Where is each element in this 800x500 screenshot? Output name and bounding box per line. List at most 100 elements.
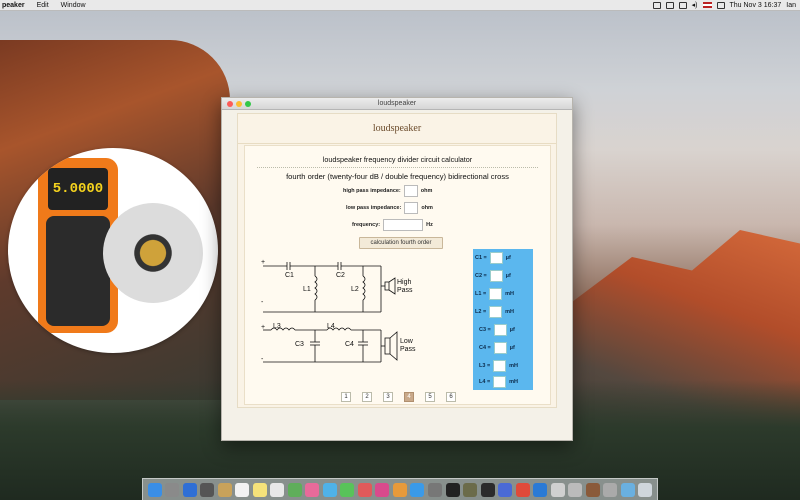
high-pass-unit: ohm bbox=[420, 188, 433, 194]
page-5-button[interactable]: 5 bbox=[425, 392, 435, 402]
calculator-panel: loudspeaker frequency divider circuit ca… bbox=[244, 145, 551, 405]
launchpad-icon[interactable] bbox=[165, 482, 180, 497]
result-l2-unit: mH bbox=[505, 309, 515, 315]
result-c4-unit: µf bbox=[509, 345, 515, 351]
messages-icon[interactable] bbox=[322, 482, 337, 497]
frequency-input[interactable] bbox=[383, 219, 424, 231]
menu-extra-icon[interactable] bbox=[652, 1, 661, 9]
page-6-button[interactable]: 6 bbox=[446, 392, 456, 402]
finder-icon[interactable] bbox=[147, 482, 162, 497]
battery-icon[interactable] bbox=[716, 1, 725, 9]
trash-icon[interactable] bbox=[638, 482, 653, 497]
xcode-icon[interactable] bbox=[498, 482, 513, 497]
result-c4: C4 = µf bbox=[479, 342, 515, 354]
mission-control-icon[interactable] bbox=[200, 482, 215, 497]
downloads-folder-icon[interactable] bbox=[620, 482, 635, 497]
frequency-row: frequency: Hz bbox=[352, 219, 433, 231]
calculate-button[interactable]: calculation fourth order bbox=[359, 237, 443, 249]
calendar-icon[interactable] bbox=[235, 482, 250, 497]
page-1-button[interactable]: 1 bbox=[341, 392, 351, 402]
zoom-window-button[interactable] bbox=[245, 101, 251, 107]
preview-icon[interactable] bbox=[550, 482, 565, 497]
result-l1: L1 = mH bbox=[475, 288, 514, 300]
result-l4: L4 = mH bbox=[479, 376, 518, 388]
page-3-button[interactable]: 3 bbox=[383, 392, 393, 402]
dock bbox=[142, 478, 658, 500]
user-name[interactable]: Ian bbox=[786, 2, 796, 9]
c2-label: C2 bbox=[336, 272, 345, 279]
l3-label: L3 bbox=[273, 323, 281, 330]
activity-monitor-icon[interactable] bbox=[480, 482, 495, 497]
dotted-divider bbox=[257, 167, 538, 168]
low-pass-label-1: Low bbox=[400, 338, 414, 345]
menu-window[interactable]: Window bbox=[55, 2, 92, 9]
input-flag-icon[interactable] bbox=[702, 2, 712, 8]
low-pass-label-2: Pass bbox=[400, 346, 416, 353]
window-titlebar[interactable]: loudspeaker bbox=[222, 98, 572, 110]
result-c1-unit: µf bbox=[505, 255, 511, 261]
vscode-icon[interactable] bbox=[533, 482, 548, 497]
page-4-button[interactable]: 4 bbox=[404, 392, 414, 402]
app-page: loudspeaker loudspeaker frequency divide… bbox=[237, 113, 557, 408]
result-l4-unit: mH bbox=[509, 379, 519, 385]
result-l3-value bbox=[493, 360, 507, 372]
result-c1-label: C1 = bbox=[475, 255, 487, 261]
close-window-button[interactable] bbox=[227, 101, 233, 107]
result-l3-label: L3 = bbox=[479, 363, 491, 369]
result-c3: C3 = µf bbox=[479, 324, 515, 336]
volume-icon[interactable]: ◂) bbox=[692, 1, 698, 9]
low-pass-input[interactable] bbox=[404, 202, 419, 214]
c3-label: C3 bbox=[295, 341, 304, 348]
result-l1-value bbox=[489, 288, 503, 300]
safari-icon[interactable] bbox=[182, 482, 197, 497]
l4-label: L4 bbox=[327, 323, 335, 330]
system-preferences-icon[interactable] bbox=[428, 482, 442, 497]
frequency-unit: Hz bbox=[426, 222, 433, 228]
high-pass-label-1: High bbox=[397, 279, 412, 286]
app-icon-2[interactable] bbox=[585, 482, 600, 497]
photo-booth-icon[interactable] bbox=[357, 482, 372, 497]
document-icon[interactable] bbox=[568, 482, 583, 497]
contacts-icon[interactable] bbox=[217, 482, 232, 497]
speaker-image bbox=[103, 203, 203, 303]
result-c3-label: C3 = bbox=[479, 327, 491, 333]
calculator-title: loudspeaker frequency divider circuit ca… bbox=[322, 155, 473, 164]
app-icon-1[interactable] bbox=[463, 482, 478, 497]
result-c1: C1 = µf bbox=[475, 252, 511, 264]
result-l3: L3 = mH bbox=[479, 360, 518, 372]
high-pass-label: high pass impedance: bbox=[343, 188, 401, 194]
itunes-icon[interactable] bbox=[375, 482, 390, 497]
status-area: ◂) Thu Nov 3 16:37 Ian bbox=[652, 1, 800, 9]
c1-label: C1 bbox=[285, 272, 294, 279]
result-l4-value bbox=[493, 376, 507, 388]
airplay-icon[interactable] bbox=[678, 1, 687, 9]
lp-plus-label: + bbox=[261, 324, 265, 331]
app-icon-3[interactable] bbox=[603, 482, 618, 497]
l2-label: L2 bbox=[351, 286, 359, 293]
l1-label: L1 bbox=[303, 286, 311, 293]
maps-icon[interactable] bbox=[287, 482, 302, 497]
menu-app-name[interactable]: peaker bbox=[0, 2, 31, 9]
menu-edit[interactable]: Edit bbox=[31, 2, 55, 9]
high-pass-row: high pass impedance: ohm bbox=[343, 185, 432, 197]
low-pass-label: low pass impedance: bbox=[346, 205, 402, 211]
minimize-window-button[interactable] bbox=[236, 101, 242, 107]
high-pass-input[interactable] bbox=[403, 185, 418, 197]
low-pass-unit: ohm bbox=[421, 205, 433, 211]
result-l1-unit: mH bbox=[505, 291, 515, 297]
chrome-icon[interactable] bbox=[515, 482, 530, 497]
reminders-icon[interactable] bbox=[270, 482, 285, 497]
ibooks-icon[interactable] bbox=[392, 482, 407, 497]
page-2-button[interactable]: 2 bbox=[362, 392, 372, 402]
facetime-icon[interactable] bbox=[340, 482, 355, 497]
clock[interactable]: Thu Nov 3 16:37 bbox=[730, 2, 782, 9]
notes-icon[interactable] bbox=[252, 482, 267, 497]
app-store-icon[interactable] bbox=[410, 482, 425, 497]
result-c2-value bbox=[489, 270, 503, 282]
result-l2: L2 = mH bbox=[475, 306, 514, 318]
result-c4-value bbox=[493, 342, 507, 354]
photos-icon[interactable] bbox=[305, 482, 320, 497]
terminal-icon[interactable] bbox=[445, 482, 460, 497]
result-l3-unit: mH bbox=[509, 363, 519, 369]
screen-icon[interactable] bbox=[665, 1, 674, 9]
